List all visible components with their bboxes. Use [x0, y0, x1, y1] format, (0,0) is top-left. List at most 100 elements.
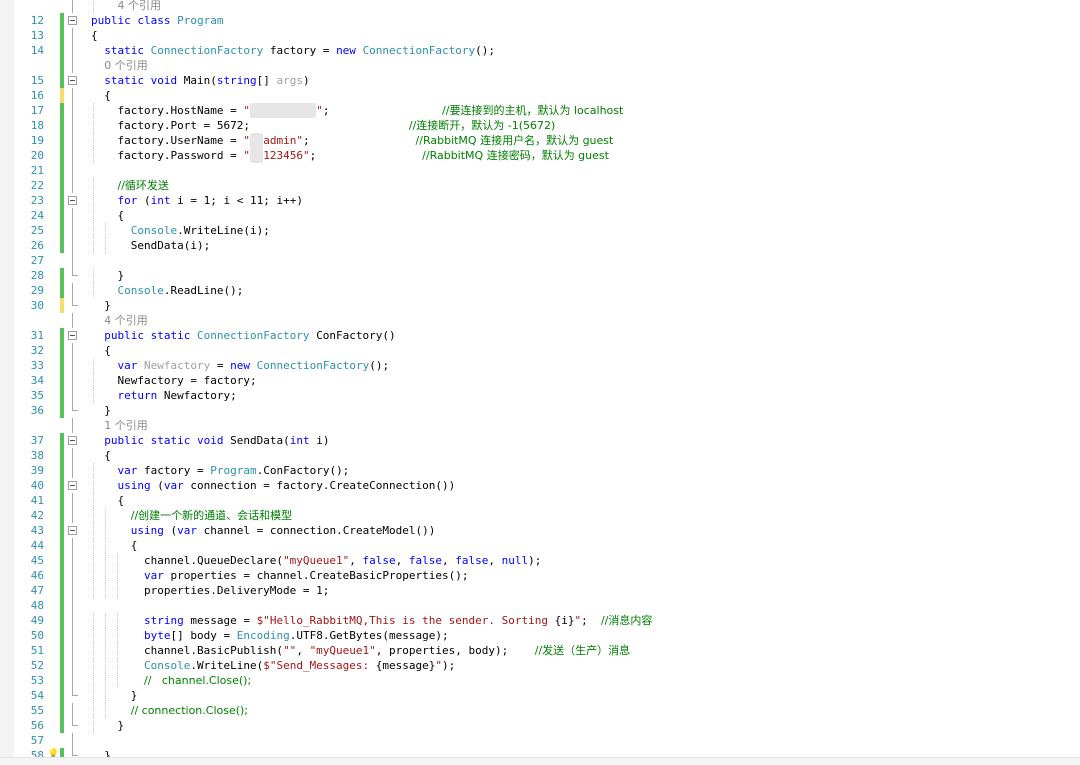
- codelens-text[interactable]: 4 个引用: [91, 313, 148, 328]
- code-text[interactable]: //循环发送: [91, 178, 169, 193]
- code-line[interactable]: 56 }: [0, 718, 1080, 733]
- code-line[interactable]: 31 public static ConnectionFactory ConFa…: [0, 328, 1080, 343]
- code-line[interactable]: 26 SendData(i);: [0, 238, 1080, 253]
- code-line[interactable]: 13 {: [0, 28, 1080, 43]
- code-line[interactable]: 15 static void Main(string[] args): [0, 73, 1080, 88]
- code-text[interactable]: public static void SendData(int i): [91, 433, 329, 448]
- code-text[interactable]: }: [91, 298, 111, 313]
- code-text[interactable]: var Newfactory = new ConnectionFactory()…: [91, 358, 390, 373]
- code-text[interactable]: factory.HostName = "██████████"; //要连接到的…: [91, 103, 623, 118]
- code-line[interactable]: 22 //循环发送: [0, 178, 1080, 193]
- code-text[interactable]: var properties = channel.CreateBasicProp…: [91, 568, 469, 583]
- code-line[interactable]: 36 }: [0, 403, 1080, 418]
- code-text[interactable]: static void Main(string[] args): [91, 73, 309, 88]
- code-text[interactable]: factory.Password = "██123456"; //RabbitM…: [91, 148, 609, 163]
- code-text[interactable]: {: [91, 208, 124, 223]
- code-text[interactable]: Console.WriteLine(i);: [91, 223, 270, 238]
- code-line[interactable]: 44 {: [0, 538, 1080, 553]
- code-line[interactable]: 46 var properties = channel.CreateBasicP…: [0, 568, 1080, 583]
- collapse-toggle-icon[interactable]: [68, 331, 77, 340]
- code-text[interactable]: channel.BasicPublish("", "myQueue1", pro…: [91, 643, 630, 658]
- code-line[interactable]: 47 properties.DeliveryMode = 1;: [0, 583, 1080, 598]
- code-line[interactable]: 18 factory.Port = 5672; //连接断开，默认为 -1(56…: [0, 118, 1080, 133]
- code-text[interactable]: Console.ReadLine();: [91, 283, 244, 298]
- code-line[interactable]: 27: [0, 253, 1080, 268]
- code-line[interactable]: 34 Newfactory = factory;: [0, 373, 1080, 388]
- code-line[interactable]: 28 }: [0, 268, 1080, 283]
- code-line[interactable]: 32 {: [0, 343, 1080, 358]
- code-text[interactable]: Console.WriteLine($"Send_Messages: {mess…: [91, 658, 455, 673]
- code-line[interactable]: 30 }: [0, 298, 1080, 313]
- code-text[interactable]: {: [91, 88, 111, 103]
- code-text[interactable]: using (var channel = connection.CreateMo…: [91, 523, 436, 538]
- code-text[interactable]: string message = $"Hello_RabbitMQ,This i…: [91, 613, 652, 628]
- code-line[interactable]: 54 }: [0, 688, 1080, 703]
- codelens-text[interactable]: 0 个引用: [91, 58, 148, 73]
- code-text[interactable]: byte[] body = Encoding.UTF8.GetBytes(mes…: [91, 628, 449, 643]
- code-line[interactable]: 16 {: [0, 88, 1080, 103]
- code-text[interactable]: SendData(i);: [91, 238, 210, 253]
- code-line[interactable]: 19 factory.UserName = "██admin"; //Rabbi…: [0, 133, 1080, 148]
- code-line[interactable]: 17 factory.HostName = "██████████"; //要连…: [0, 103, 1080, 118]
- code-line[interactable]: 38 {: [0, 448, 1080, 463]
- code-line[interactable]: 42 //创建一个新的通道、会话和模型: [0, 508, 1080, 523]
- code-editor[interactable]: 4 个引用 12 public class Program 13 {14 static …: [0, 0, 1080, 765]
- code-text[interactable]: }: [91, 403, 111, 418]
- code-text[interactable]: public static ConnectionFactory ConFacto…: [91, 328, 395, 343]
- code-line[interactable]: 33 var Newfactory = new ConnectionFactor…: [0, 358, 1080, 373]
- code-line[interactable]: 37 public static void SendData(int i): [0, 433, 1080, 448]
- code-line[interactable]: 51 channel.BasicPublish("", "myQueue1", …: [0, 643, 1080, 658]
- code-line[interactable]: 45 channel.QueueDeclare("myQueue1", fals…: [0, 553, 1080, 568]
- collapse-toggle-icon[interactable]: [68, 16, 77, 25]
- code-line[interactable]: 29 Console.ReadLine();: [0, 283, 1080, 298]
- horizontal-scrollbar[interactable]: [0, 757, 1080, 765]
- collapse-toggle-icon[interactable]: [68, 196, 77, 205]
- code-text[interactable]: channel.QueueDeclare("myQueue1", false, …: [91, 553, 541, 568]
- codelens-reference-line[interactable]: 0 个引用: [0, 58, 1080, 73]
- code-text[interactable]: {: [91, 493, 124, 508]
- code-line[interactable]: 35 return Newfactory;: [0, 388, 1080, 403]
- code-text[interactable]: Newfactory = factory;: [91, 373, 256, 388]
- code-text[interactable]: {: [91, 28, 98, 43]
- codelens-reference-line[interactable]: 4 个引用: [0, 313, 1080, 328]
- collapse-toggle-icon[interactable]: [68, 526, 77, 535]
- code-text[interactable]: return Newfactory;: [91, 388, 237, 403]
- code-text[interactable]: // connection.Close();: [91, 703, 248, 718]
- codelens-reference-line[interactable]: 1 个引用: [0, 418, 1080, 433]
- code-text[interactable]: var factory = Program.ConFactory();: [91, 463, 350, 478]
- code-text[interactable]: {: [91, 538, 138, 553]
- code-line[interactable]: 52 Console.WriteLine($"Send_Messages: {m…: [0, 658, 1080, 673]
- code-line[interactable]: 25 Console.WriteLine(i);: [0, 223, 1080, 238]
- code-text[interactable]: }: [91, 718, 124, 733]
- collapse-toggle-icon[interactable]: [68, 481, 77, 490]
- code-line[interactable]: 41 {: [0, 493, 1080, 508]
- codelens-text[interactable]: 1 个引用: [91, 418, 148, 433]
- code-line[interactable]: 50 byte[] body = Encoding.UTF8.GetBytes(…: [0, 628, 1080, 643]
- code-line[interactable]: 21: [0, 163, 1080, 178]
- code-line[interactable]: 23 for (int i = 1; i < 11; i++): [0, 193, 1080, 208]
- code-text[interactable]: properties.DeliveryMode = 1;: [91, 583, 329, 598]
- code-line[interactable]: 12 public class Program: [0, 13, 1080, 28]
- code-text[interactable]: factory.UserName = "██admin"; //RabbitMQ…: [91, 133, 613, 148]
- codelens-reference-line[interactable]: 4 个引用: [0, 0, 1080, 13]
- code-text[interactable]: }: [91, 688, 138, 703]
- code-text[interactable]: {: [91, 448, 111, 463]
- code-text[interactable]: // channel.Close();: [91, 673, 251, 688]
- code-text[interactable]: }: [91, 268, 124, 283]
- code-text[interactable]: public class Program: [91, 13, 223, 28]
- code-line[interactable]: 55 // connection.Close();: [0, 703, 1080, 718]
- code-line[interactable]: 24 {: [0, 208, 1080, 223]
- code-text[interactable]: using (var connection = factory.CreateCo…: [91, 478, 456, 493]
- collapse-toggle-icon[interactable]: [68, 76, 77, 85]
- code-line[interactable]: 53 // channel.Close();: [0, 673, 1080, 688]
- code-line[interactable]: 57: [0, 733, 1080, 748]
- code-text[interactable]: {: [91, 343, 111, 358]
- code-text[interactable]: factory.Port = 5672; //连接断开，默认为 -1(5672): [91, 118, 555, 133]
- collapse-toggle-icon[interactable]: [68, 436, 77, 445]
- code-text[interactable]: static ConnectionFactory factory = new C…: [91, 43, 495, 58]
- code-line[interactable]: 40 using (var connection = factory.Creat…: [0, 478, 1080, 493]
- code-line[interactable]: 39 var factory = Program.ConFactory();: [0, 463, 1080, 478]
- code-text[interactable]: //创建一个新的通道、会话和模型: [91, 508, 292, 523]
- code-line[interactable]: 43 using (var channel = connection.Creat…: [0, 523, 1080, 538]
- code-text[interactable]: for (int i = 1; i < 11; i++): [91, 193, 303, 208]
